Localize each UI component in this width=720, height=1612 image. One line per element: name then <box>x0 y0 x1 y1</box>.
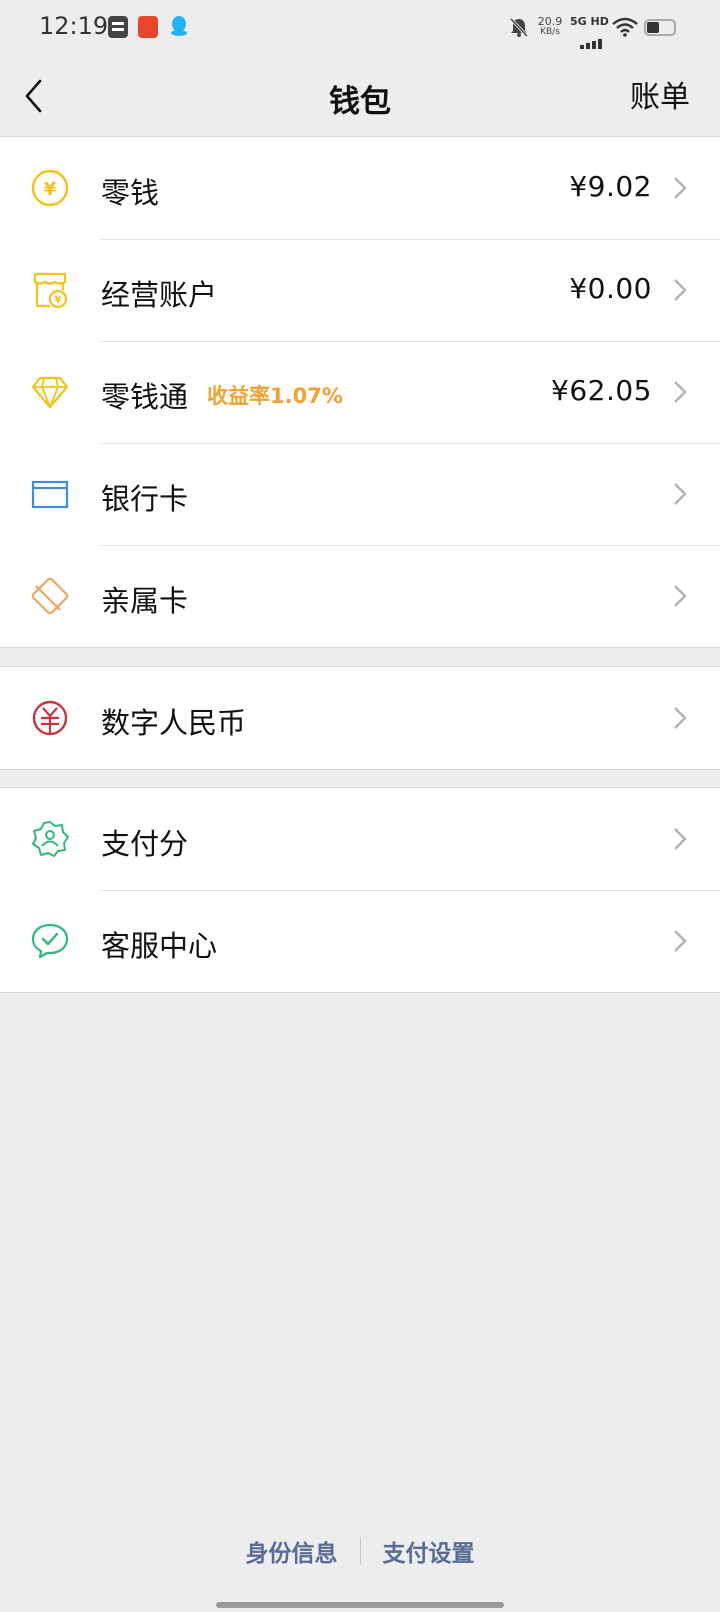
status-time: 12:19 <box>39 12 109 40</box>
chevron-right-icon <box>674 930 687 952</box>
row-label: 经营账户 <box>101 278 218 312</box>
row-value: ¥0.00 <box>569 272 652 305</box>
chevron-right-icon <box>674 483 687 505</box>
network-speed-unit: KB/s <box>540 27 560 37</box>
pay-settings-link[interactable]: 支付设置 <box>383 1534 475 1568</box>
row-label: 数字人民币 <box>101 706 247 740</box>
bell-muted-icon <box>509 17 529 38</box>
footer-divider <box>359 1537 361 1565</box>
bank-app-icon <box>138 16 158 38</box>
network-speed: 20.9 KB/s <box>536 16 564 38</box>
service-group: 支付分 客服中心 <box>0 787 720 993</box>
diamond-icon <box>31 376 69 409</box>
wifi-icon <box>612 17 638 37</box>
ecny-icon <box>32 700 68 736</box>
page-title: 钱包 <box>329 84 391 120</box>
row-value: ¥62.05 <box>551 374 652 407</box>
footer-links: 身份信息 支付设置 <box>0 1534 720 1568</box>
pay-score-icon <box>32 821 69 857</box>
row-label: 零钱通 <box>101 380 189 414</box>
status-bar: 12:19 20.9 KB/s 5G HD <box>0 0 720 56</box>
battery-icon <box>644 19 676 36</box>
bank-card-icon <box>31 480 69 509</box>
family-card-icon <box>31 577 69 615</box>
customer-service-row[interactable]: 客服中心 <box>0 890 720 992</box>
ecny-row[interactable]: 数字人民币 <box>0 667 720 769</box>
svg-text:¥: ¥ <box>44 179 57 200</box>
row-label: 亲属卡 <box>101 584 189 618</box>
nav-bar: 钱包 账单 <box>0 56 720 136</box>
change-balance-row[interactable]: ¥ 零钱 ¥9.02 <box>0 137 720 239</box>
row-label: 支付分 <box>101 827 189 861</box>
svg-text:¥: ¥ <box>55 295 62 306</box>
identity-info-link[interactable]: 身份信息 <box>245 1534 337 1568</box>
pay-score-row[interactable]: 支付分 <box>0 788 720 890</box>
chevron-right-icon <box>674 177 687 199</box>
chevron-right-icon <box>674 707 687 729</box>
ecny-group: 数字人民币 <box>0 666 720 770</box>
wallet-group: ¥ 零钱 ¥9.02 ¥ 经营账户 ¥0.00 零钱通 收益率1.07% ¥62… <box>0 136 720 648</box>
lingqiantong-row[interactable]: 零钱通 收益率1.07% ¥62.05 <box>0 341 720 443</box>
bill-button[interactable]: 账单 <box>630 72 690 116</box>
customer-service-icon <box>31 923 69 959</box>
home-indicator[interactable] <box>216 1602 504 1608</box>
row-label: 银行卡 <box>101 482 189 516</box>
business-account-row[interactable]: ¥ 经营账户 ¥0.00 <box>0 239 720 341</box>
yield-rate-badge: 收益率1.07% <box>207 384 343 408</box>
notes-app-icon <box>108 16 128 38</box>
shop-account-icon: ¥ <box>33 272 68 309</box>
row-label: 零钱 <box>101 176 160 210</box>
row-label: 客服中心 <box>101 929 218 963</box>
network-speed-value: 20.9 <box>537 15 563 28</box>
family-card-row[interactable]: 亲属卡 <box>0 545 720 647</box>
signal-icon <box>580 30 604 49</box>
chevron-right-icon <box>674 828 687 850</box>
chevron-right-icon <box>674 585 687 607</box>
yen-coin-icon: ¥ <box>31 169 69 207</box>
bank-card-row[interactable]: 银行卡 <box>0 443 720 545</box>
network-type: 5G HD <box>570 15 609 28</box>
chevron-right-icon <box>674 279 687 301</box>
qq-app-icon <box>171 16 187 36</box>
row-value: ¥9.02 <box>569 170 652 203</box>
chevron-right-icon <box>674 381 687 403</box>
